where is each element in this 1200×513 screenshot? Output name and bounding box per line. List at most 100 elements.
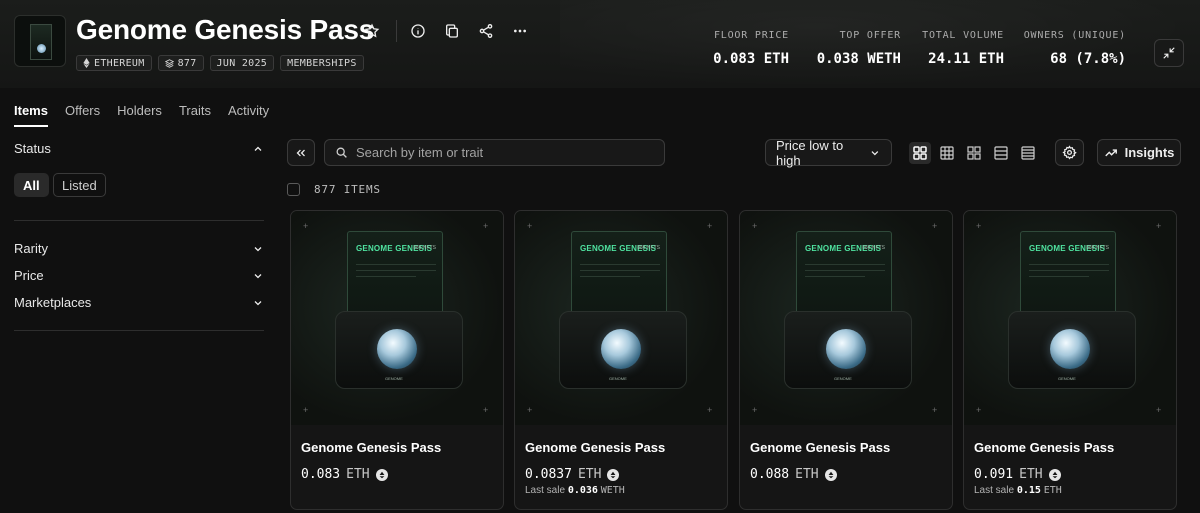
star-icon[interactable]: [361, 20, 383, 42]
last-sale: Last sale 0.15 ETH: [974, 485, 1062, 496]
price-label: Price: [14, 268, 44, 283]
insights-label: Insights: [1124, 145, 1175, 160]
chain-tag: ETHEREUM: [76, 55, 152, 71]
nft-name: Genome Genesis Pass: [750, 440, 891, 455]
share-icon[interactable]: [475, 20, 497, 42]
marketplace-icon: [824, 468, 837, 481]
chevron-down-icon: [254, 246, 262, 251]
tab-offers[interactable]: Offers: [65, 103, 100, 127]
settings-button[interactable]: [1055, 139, 1084, 166]
price-value: 0.088: [750, 467, 790, 482]
minimize-icon: [1163, 47, 1175, 59]
select-all-checkbox[interactable]: [287, 183, 300, 196]
card-art-count: 888 NFTS: [862, 245, 885, 251]
stat-floor-price: FLOOR PRICE 0.083 ETH: [713, 30, 789, 67]
more-icon[interactable]: [509, 20, 531, 42]
price-currency: ETH: [346, 467, 370, 482]
collection-title: Genome Genesis Pass: [76, 14, 375, 45]
status-listed-button[interactable]: Listed: [53, 173, 106, 197]
price-currency: ETH: [795, 467, 819, 482]
category-tag[interactable]: MEMBERSHIPS: [280, 55, 364, 71]
collapse-sidebar-button[interactable]: [287, 139, 315, 166]
gear-icon: [1062, 145, 1077, 160]
status-label: Status: [14, 141, 51, 156]
status-filter-header[interactable]: Status: [14, 141, 264, 156]
search-input[interactable]: [356, 145, 656, 160]
supply-tag: 877: [157, 55, 204, 71]
sort-label: Price low to high: [776, 137, 844, 168]
card-art-count: 888 NFTS: [637, 245, 660, 251]
nft-image: + + + + GENOME GENESIS 888 NFTS GENOME: [291, 211, 503, 425]
chevron-up-icon: [254, 146, 262, 151]
items-count: 877 ITEMS: [314, 183, 381, 196]
info-icon[interactable]: [407, 20, 429, 42]
status-all-button[interactable]: All: [14, 173, 49, 197]
rarity-label: Rarity: [14, 241, 48, 256]
items-count-row: 877 ITEMS: [287, 183, 381, 196]
nft-image: + + + + GENOME GENESIS 888 NFTS GENOME: [740, 211, 952, 425]
chevron-down-icon: [254, 273, 262, 278]
collection-header: Genome Genesis Pass ETHEREUM 877 JUN 202…: [0, 0, 1200, 88]
search-bar[interactable]: [324, 139, 665, 166]
marketplace-icon: [375, 468, 388, 481]
layers-icon: [164, 58, 174, 68]
card-art-title: GENOME: [805, 244, 842, 253]
sidebar-divider: [14, 330, 264, 331]
card-art-title: GENOME: [580, 244, 617, 253]
chevron-down-icon: [871, 150, 879, 155]
sidebar-divider: [14, 220, 264, 221]
view-small-grid-icon[interactable]: [936, 142, 958, 164]
tab-activity[interactable]: Activity: [228, 103, 269, 127]
card-art-count: 888 NFTS: [1086, 245, 1109, 251]
insights-button[interactable]: Insights: [1097, 139, 1181, 166]
date-tag: JUN 2025: [209, 55, 275, 71]
ethereum-icon: [83, 58, 90, 68]
card-art-foot: GENOME: [609, 376, 627, 381]
stat-total-volume: TOTAL VOLUME 24.11 ETH: [922, 30, 1004, 67]
card-art-count: 888 NFTS: [413, 245, 436, 251]
sort-dropdown[interactable]: Price low to high: [765, 137, 892, 168]
nft-name: Genome Genesis Pass: [525, 440, 666, 455]
tab-traits[interactable]: Traits: [179, 103, 211, 127]
price-value: 0.091: [974, 467, 1014, 482]
price-currency: ETH: [1019, 467, 1043, 482]
nft-price: 0.091 ETH: [974, 467, 1061, 482]
price-filter[interactable]: Price: [14, 268, 264, 283]
card-art-foot: GENOME: [834, 376, 852, 381]
last-sale: Last sale 0.036 WETH: [525, 485, 625, 496]
price-value: 0.083: [301, 467, 341, 482]
copy-icon[interactable]: [441, 20, 463, 42]
tab-items[interactable]: Items: [14, 103, 48, 127]
nft-price: 0.083 ETH: [301, 467, 388, 482]
view-table-icon[interactable]: [1017, 142, 1039, 164]
collection-tabs: Items Offers Holders Traits Activity: [14, 103, 286, 127]
price-value: 0.0837: [525, 467, 572, 482]
nft-name: Genome Genesis Pass: [301, 440, 442, 455]
nft-card[interactable]: + + + + GENOME GENESIS 888 NFTS GENOME G…: [739, 210, 953, 510]
view-mosaic-icon[interactable]: [963, 142, 985, 164]
view-large-grid-icon[interactable]: [909, 142, 931, 164]
tab-holders[interactable]: Holders: [117, 103, 162, 127]
nft-price: 0.088 ETH: [750, 467, 837, 482]
nft-card[interactable]: + + + + GENOME GENESIS 888 NFTS GENOME G…: [514, 210, 728, 510]
card-art-foot: GENOME: [1058, 376, 1076, 381]
nft-card[interactable]: + + + + GENOME GENESIS 888 NFTS GENOME G…: [963, 210, 1177, 510]
nft-image: + + + + GENOME GENESIS 888 NFTS GENOME: [964, 211, 1176, 425]
view-list-icon[interactable]: [990, 142, 1012, 164]
marketplace-icon: [607, 468, 620, 481]
search-icon: [336, 147, 347, 158]
nft-image: + + + + GENOME GENESIS 888 NFTS GENOME: [515, 211, 727, 425]
rarity-filter[interactable]: Rarity: [14, 241, 264, 256]
card-art-foot: GENOME: [385, 376, 403, 381]
trend-icon: [1104, 148, 1117, 156]
double-chevron-left-icon: [296, 149, 305, 156]
nft-card[interactable]: + + + + GENOME GENESIS 888 NFTS GENOME G…: [290, 210, 504, 510]
collapse-header-button[interactable]: [1154, 39, 1184, 67]
stat-owners: OWNERS (UNIQUE) 68 (7.8%): [1023, 30, 1126, 67]
price-currency: ETH: [577, 467, 602, 482]
header-divider: [396, 20, 397, 42]
marketplaces-filter[interactable]: Marketplaces: [14, 295, 264, 310]
marketplace-icon: [1048, 468, 1061, 481]
card-art-title: GENOME: [1029, 244, 1066, 253]
nft-name: Genome Genesis Pass: [974, 440, 1115, 455]
